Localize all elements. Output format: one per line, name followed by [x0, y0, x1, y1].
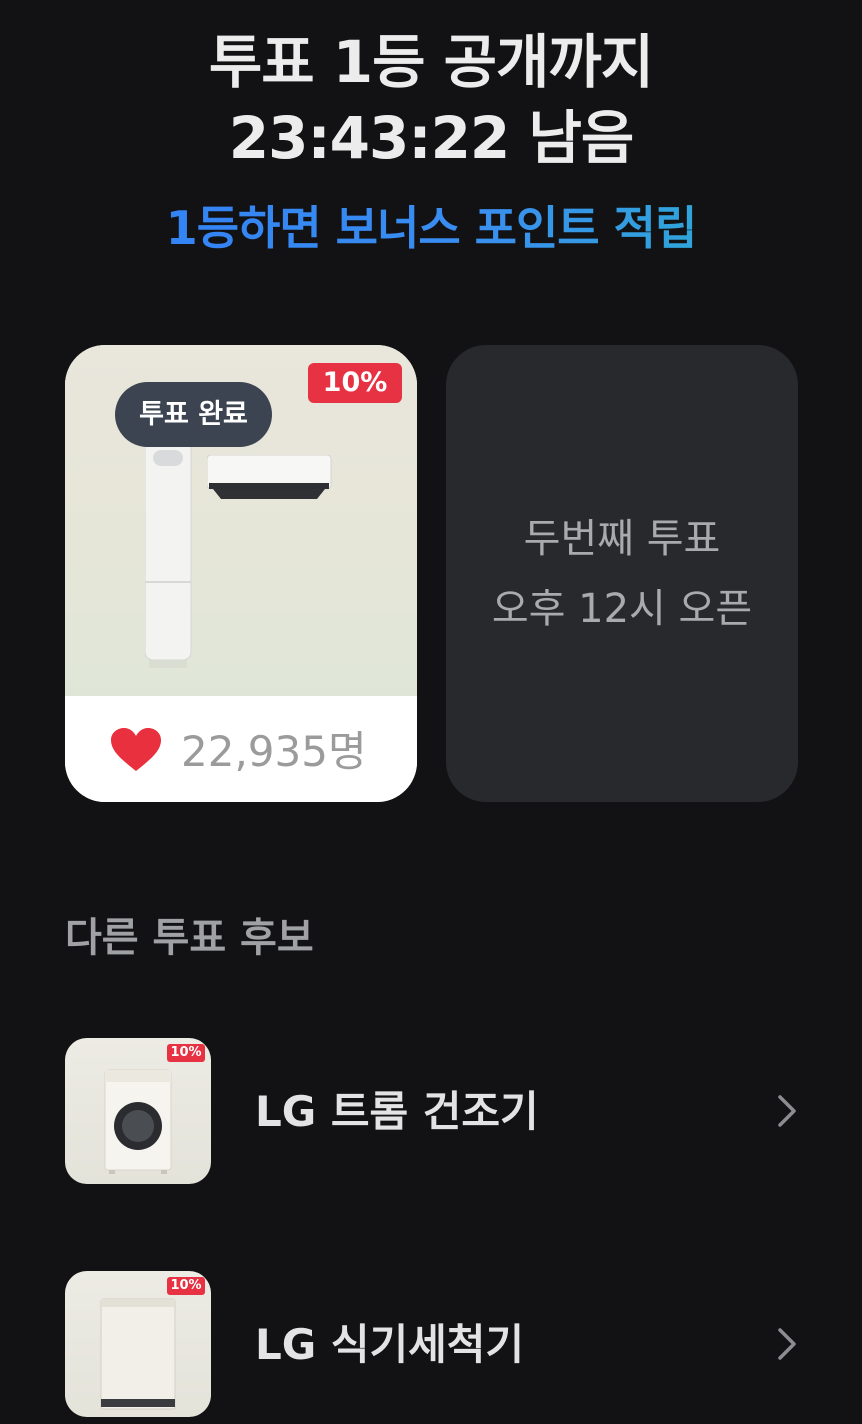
list-item-dryer[interactable]: 10% LG 트롬 건조기	[65, 1038, 798, 1184]
item-label: LG 트롬 건조기	[255, 1087, 539, 1136]
list-item-dishwasher[interactable]: 10% LG 식기세척기	[65, 1271, 798, 1417]
header: 투표 1등 공개까지 23:43:22 남음 1등하면 보너스 포인트 적립	[0, 24, 862, 258]
discount-badge: 10%	[167, 1277, 205, 1295]
card-footer: 22,935명	[65, 696, 417, 802]
heart-icon	[111, 728, 161, 771]
current-vote-card[interactable]: 10% 투표 완료 22,935명	[65, 345, 417, 802]
chevron-right-icon	[778, 1328, 796, 1360]
next-vote-card: 두번째 투표 오후 12시 오픈	[446, 345, 798, 802]
vote-complete-badge: 투표 완료	[115, 382, 272, 447]
other-candidates-title: 다른 투표 후보	[65, 915, 314, 961]
countdown-title: 투표 1등 공개까지	[208, 28, 654, 96]
wall-air-conditioner-image	[207, 455, 332, 499]
dishwasher-thumbnail: 10%	[65, 1271, 211, 1417]
product-image: 10% 투표 완료	[65, 345, 417, 696]
item-label: LG 식기세척기	[255, 1320, 525, 1369]
bonus-message: 1등하면 보너스 포인트 적립	[0, 198, 862, 258]
tower-air-conditioner-image	[145, 440, 192, 668]
dryer-thumbnail: 10%	[65, 1038, 211, 1184]
discount-badge: 10%	[308, 363, 402, 403]
next-vote-open-time: 오후 12시 오픈	[491, 585, 753, 632]
chevron-right-icon	[778, 1095, 796, 1127]
discount-badge: 10%	[167, 1044, 205, 1062]
vote-page: 투표 1등 공개까지 23:43:22 남음 1등하면 보너스 포인트 적립 1…	[0, 0, 862, 1424]
vote-count: 22,935명	[181, 727, 367, 776]
next-vote-title: 두번째 투표	[523, 515, 721, 562]
countdown-timer: 23:43:22 남음	[228, 104, 634, 172]
